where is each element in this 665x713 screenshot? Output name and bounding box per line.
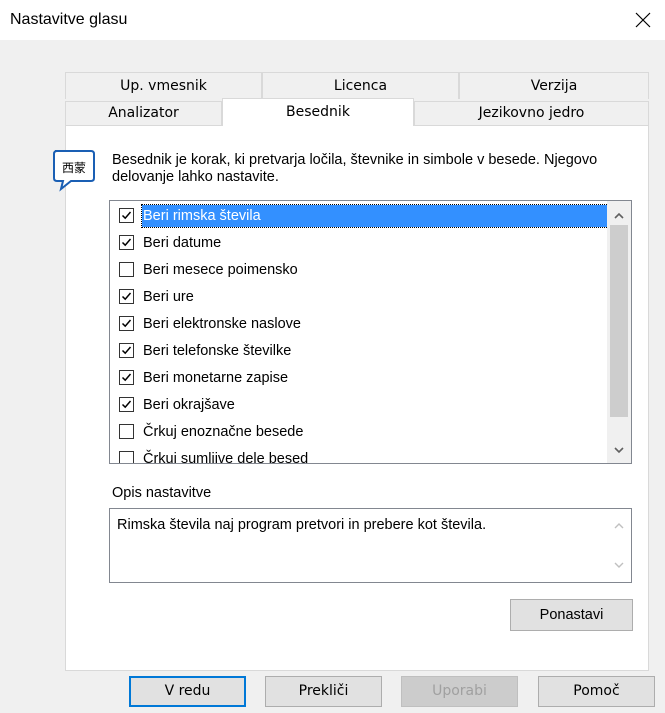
checkbox[interactable] <box>119 397 134 412</box>
tab-jezikovno-jedro[interactable]: Jezikovno jedro <box>414 101 649 126</box>
apply-button: Uporabi <box>401 676 518 707</box>
checkbox[interactable] <box>119 289 134 304</box>
list-item[interactable]: Beri telefonske številke <box>118 339 606 363</box>
opis-scroll-up-icon[interactable] <box>613 520 625 532</box>
tab-label: Verzija <box>530 78 578 94</box>
help-button-label: Pomoč <box>573 683 620 699</box>
list-item-label: Beri datume <box>143 235 222 251</box>
reset-button-label: Ponastavi <box>539 607 604 623</box>
options-listbox[interactable]: Beri rimska števila Beri datume Beri mesec… <box>109 200 632 464</box>
list-item-label: Črkuj sumljive dele besed <box>143 451 309 464</box>
info-icon: 西蒙 <box>51 148 97 196</box>
scroll-thumb[interactable] <box>610 225 628 417</box>
cancel-button[interactable]: Prekliči <box>265 676 382 707</box>
tab-licenca[interactable]: Licenca <box>262 72 459 99</box>
tab-verzija[interactable]: Verzija <box>459 72 649 99</box>
apply-button-label: Uporabi <box>432 683 487 699</box>
list-item-label: Beri okrajšave <box>143 397 235 413</box>
list-item[interactable]: Beri okrajšave <box>118 393 606 417</box>
checkbox[interactable] <box>119 370 134 385</box>
opis-label: Opis nastavitve <box>112 485 212 501</box>
opis-text: Rimska števila naj program pretvori in p… <box>117 517 487 533</box>
checkbox[interactable] <box>119 235 134 250</box>
list-item[interactable]: Beri rimska števila <box>118 204 615 228</box>
window-title: Nastavitve glasu <box>10 11 128 28</box>
tab-label: Licenca <box>333 78 388 94</box>
scroll-down-icon[interactable] <box>613 444 625 456</box>
checkbox[interactable] <box>119 343 134 358</box>
list-item[interactable]: Beri elektronske naslove <box>118 312 606 336</box>
list-item[interactable]: Beri datume <box>118 231 606 255</box>
ok-button-label: V redu <box>164 683 211 699</box>
ok-button[interactable]: V redu <box>129 676 246 707</box>
help-button[interactable]: Pomoč <box>538 676 655 707</box>
close-icon[interactable] <box>629 6 657 34</box>
scroll-up-icon[interactable] <box>613 210 625 222</box>
cancel-button-label: Prekliči <box>298 683 349 699</box>
list-item[interactable]: Beri ure <box>118 285 606 309</box>
tab-label: Jezikovno jedro <box>478 105 585 121</box>
list-item-label: Črkuj enoznačne besede <box>143 424 304 440</box>
opis-scrollbar[interactable] <box>607 509 631 582</box>
opis-textbox[interactable]: Rimska števila naj program pretvori in p… <box>109 508 632 583</box>
list-item-label: Beri ure <box>143 289 194 305</box>
checkbox[interactable] <box>119 316 134 331</box>
opis-scroll-down-icon[interactable] <box>613 559 625 571</box>
tab-label: Analizator <box>108 105 179 121</box>
list-item-label: Beri monetarne zapise <box>143 370 289 386</box>
list-item[interactable]: Beri monetarne zapise <box>118 366 606 390</box>
tab-besednik[interactable]: Besednik <box>222 98 414 126</box>
description-text: Besednik je korak, ki pretvarja ločila, … <box>112 152 598 185</box>
list-item[interactable]: Črkuj enoznačne besede <box>118 420 606 444</box>
tab-label: Up. vmesnik <box>120 78 207 94</box>
checkbox[interactable] <box>119 451 134 463</box>
list-item-label: Beri telefonske številke <box>143 343 292 359</box>
tab-analizator[interactable]: Analizator <box>65 101 222 126</box>
list-item-label: Beri rimska števila <box>141 204 615 228</box>
checkbox[interactable] <box>119 208 134 223</box>
list-item-label: Beri mesece poimensko <box>143 262 298 278</box>
list-item[interactable]: Beri mesece poimensko <box>118 258 606 282</box>
reset-button[interactable]: Ponastavi <box>510 599 633 631</box>
checkbox[interactable] <box>119 262 134 277</box>
list-item-label: Beri elektronske naslove <box>143 316 301 332</box>
vertical-scrollbar[interactable] <box>607 201 631 463</box>
list-item[interactable]: Črkuj sumljive dele besed <box>118 447 606 463</box>
tab-up-vmesnik[interactable]: Up. vmesnik <box>65 72 262 99</box>
checkbox[interactable] <box>119 424 134 439</box>
tab-label: Besednik <box>286 104 350 120</box>
title-bar: Nastavitve glasu <box>0 0 665 40</box>
svg-text:西蒙: 西蒙 <box>62 161 86 175</box>
